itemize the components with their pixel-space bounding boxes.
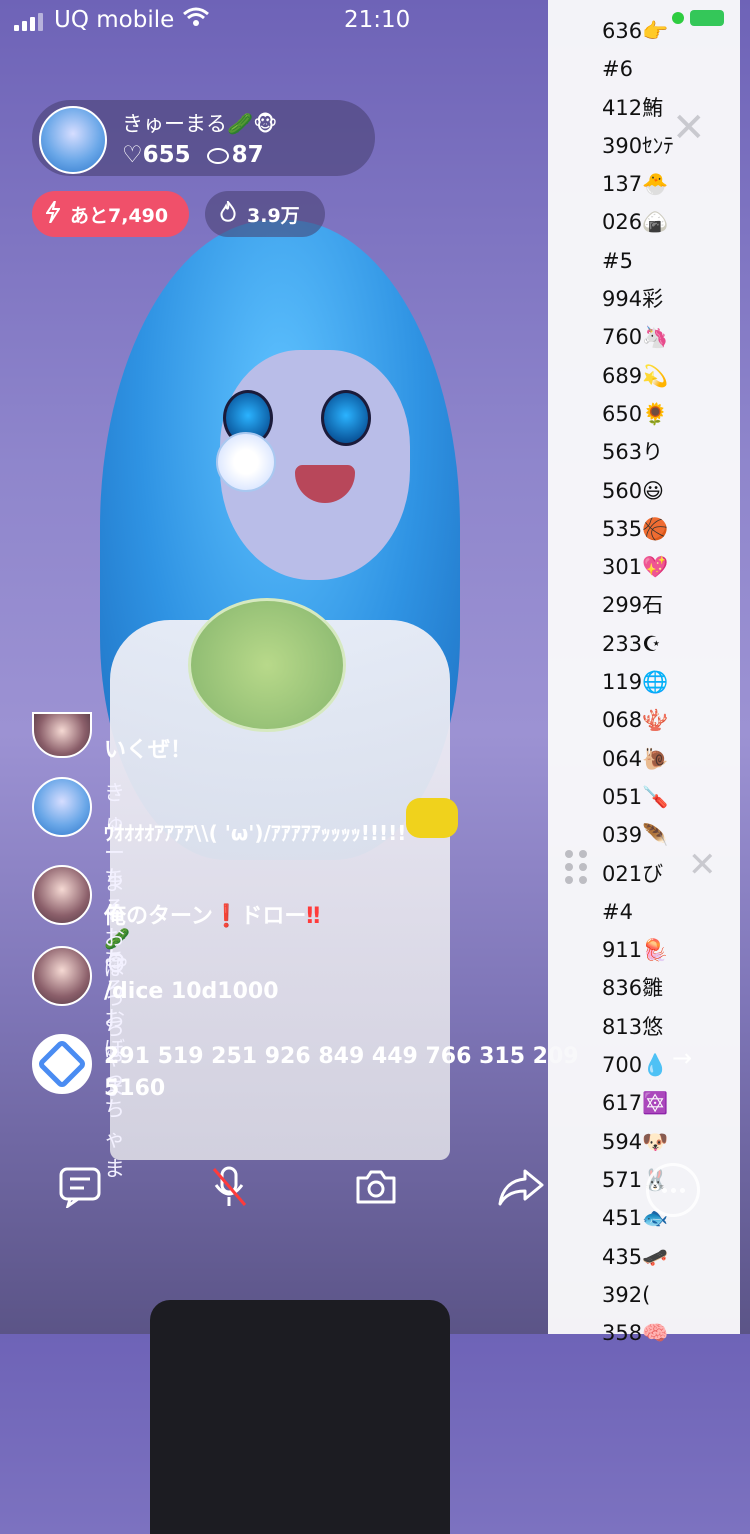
viewer-count: 87 (231, 142, 264, 168)
status-time: 21:10 (344, 7, 411, 33)
overlay-list-item: 435🛹 (602, 1244, 669, 1269)
overlay-list-item: 535🏀 (602, 516, 669, 541)
shirt-badge-image (188, 598, 346, 732)
chat-avatar[interactable] (32, 865, 92, 925)
gift-goal-pill[interactable]: あと7,490 (32, 191, 189, 237)
overlay-list-item: 299石 (602, 593, 664, 618)
overlay-list-item: 594🐶 (602, 1129, 669, 1154)
chat-text: 291 519 251 926 849 449 766 315 209 (104, 1044, 579, 1069)
overlay-list-item: 560😃 (602, 478, 664, 503)
overlay-list-item: 813悠 (602, 1014, 664, 1039)
app-bot-avatar (32, 1034, 92, 1094)
chat-text: 俺のターン❗ドロー‼ (104, 904, 321, 929)
close-icon[interactable]: ✕ (688, 848, 717, 882)
camera-icon (356, 1170, 396, 1204)
camera-button[interactable] (352, 1163, 400, 1211)
popularity-label: 3.9万 (247, 204, 300, 227)
chat-avatar[interactable] (32, 946, 92, 1006)
overlay-list-item: 390ｾﾝﾃ (602, 133, 674, 158)
overlay-list-item: 233☪ (602, 631, 661, 656)
battery-icon (690, 10, 724, 26)
goal-label: あと7,490 (70, 204, 169, 227)
likes-count: ♡655 (122, 142, 191, 168)
overlay-list-item: 412鮪 (602, 95, 664, 120)
overlay-list-item: 119🌐 (602, 670, 669, 695)
overlay-list: 636👉 #6 412鮪 390ｾﾝﾃ 137🐣 026🍙 #5 994彩 760🦄 689💫 65… (602, 12, 674, 1352)
popularity-pill[interactable]: 3.9万 (205, 191, 325, 237)
character-legs (150, 1300, 450, 1534)
active-dot-icon (672, 12, 684, 24)
overlay-list-item: 689💫 (602, 363, 669, 388)
overlay-list-item: 137🐣 (602, 172, 669, 197)
chat-text: ｳｵｵｵｵｱｱｱｱ\\( 'ω')/ｱｱｱｱｱｯｯｯｯ!!!!! (104, 821, 407, 845)
overlay-list-item: 911🪼 (602, 938, 669, 963)
battery-indicator (672, 10, 724, 26)
eye-icon (206, 147, 229, 164)
overlay-list-item: 064🐌 (602, 746, 669, 771)
host-stats: ♡655 87 (122, 142, 264, 168)
carrier-label: UQ mobile (54, 7, 175, 33)
host-name: きゅーまる🥒🐵 (122, 112, 278, 136)
comment-button[interactable] (56, 1163, 104, 1211)
overlay-list-item: 563り (602, 440, 664, 465)
lightning-icon (45, 199, 61, 228)
overlay-list-item: 700💧 (602, 1053, 669, 1078)
share-button[interactable] (497, 1163, 545, 1211)
chat-avatar[interactable] (32, 777, 92, 837)
overlay-list-item: 650🌻 (602, 401, 669, 426)
overlay-list-item: #5 (602, 248, 633, 273)
overlay-list-item: 358🧠 (602, 1321, 669, 1346)
overlay-list-item: 301💖 (602, 555, 669, 580)
share-icon (498, 1169, 544, 1206)
flame-icon (219, 198, 237, 228)
overlay-list-item: 760🦄 (602, 325, 669, 350)
mic-off-icon (212, 1166, 247, 1206)
overlay-list-item: 994彩 (602, 287, 664, 312)
overlay-list-item: 021び (602, 861, 664, 886)
overlay-list-item: 051🪛 (602, 784, 669, 809)
chat-text: いくぜ！ (104, 738, 193, 763)
character-bracelet (406, 798, 458, 838)
flower-hair-clip (216, 432, 276, 492)
overlay-list-item: 836雛 (602, 976, 664, 1001)
chat-text: /dice 10d1000 (104, 979, 279, 1004)
drag-handle-icon[interactable] (565, 850, 587, 884)
wifi-icon (182, 6, 210, 34)
host-avatar[interactable] (39, 106, 107, 174)
mic-toggle-button[interactable] (205, 1163, 253, 1211)
overlay-list-item: 617🔯 (602, 1091, 669, 1116)
more-button[interactable] (646, 1163, 700, 1217)
overlay-list-item: #6 (602, 57, 633, 82)
overlay-list-item: 068🪸 (602, 708, 669, 733)
overlay-list-item: #4 (602, 899, 633, 924)
signal-icon (14, 13, 43, 31)
character-right-eye (321, 390, 371, 446)
overlay-list-item: 026🍙 (602, 210, 669, 235)
overlay-list-item: 039🪶 (602, 823, 669, 848)
comment-icon (59, 1167, 101, 1208)
overlay-list-item: 392( (602, 1282, 651, 1307)
arrow-right-icon[interactable]: → (672, 1044, 692, 1072)
close-icon[interactable]: ✕ (672, 108, 706, 148)
chat-text-line2: 5160 (104, 1076, 166, 1101)
overlay-list-item: 636👉 (602, 19, 669, 43)
host-card[interactable]: きゅーまる🥒🐵 ♡655 87 (32, 100, 375, 176)
